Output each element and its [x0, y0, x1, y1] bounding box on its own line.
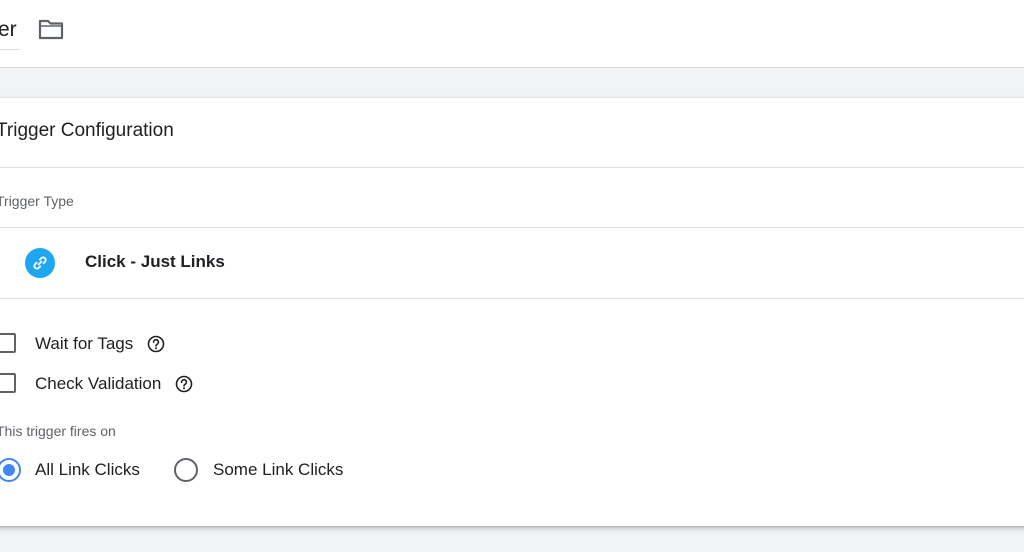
- wait-for-tags-label: Wait for Tags: [35, 334, 134, 353]
- all-link-clicks-label: All Link Clicks: [35, 460, 140, 479]
- trigger-type-name: Click - Just Links: [85, 252, 225, 271]
- card-title-bar: Trigger Configuration: [0, 98, 1024, 168]
- trigger-type-selector[interactable]: Click - Just Links: [0, 227, 1024, 299]
- help-icon[interactable]: [175, 375, 193, 393]
- check-validation-label: Check Validation: [35, 374, 162, 393]
- folder-icon[interactable]: [38, 17, 64, 41]
- trigger-configuration-card[interactable]: Trigger Configuration Trigger Type Click…: [0, 98, 1024, 526]
- check-validation-checkbox[interactable]: [0, 373, 16, 393]
- help-icon[interactable]: [147, 335, 165, 353]
- some-link-clicks-radio[interactable]: [174, 458, 198, 482]
- trigger-type-label: Trigger Type: [0, 193, 74, 209]
- wait-for-tags-checkbox[interactable]: [0, 333, 16, 353]
- some-link-clicks-label: Some Link Clicks: [213, 460, 344, 479]
- card-title: Trigger Configuration: [0, 120, 174, 141]
- all-link-clicks-radio[interactable]: [0, 458, 21, 482]
- editor-header: er: [0, 0, 1024, 68]
- trigger-name-input[interactable]: er: [0, 15, 20, 50]
- fires-on-label: This trigger fires on: [0, 423, 116, 439]
- link-icon: [25, 248, 55, 278]
